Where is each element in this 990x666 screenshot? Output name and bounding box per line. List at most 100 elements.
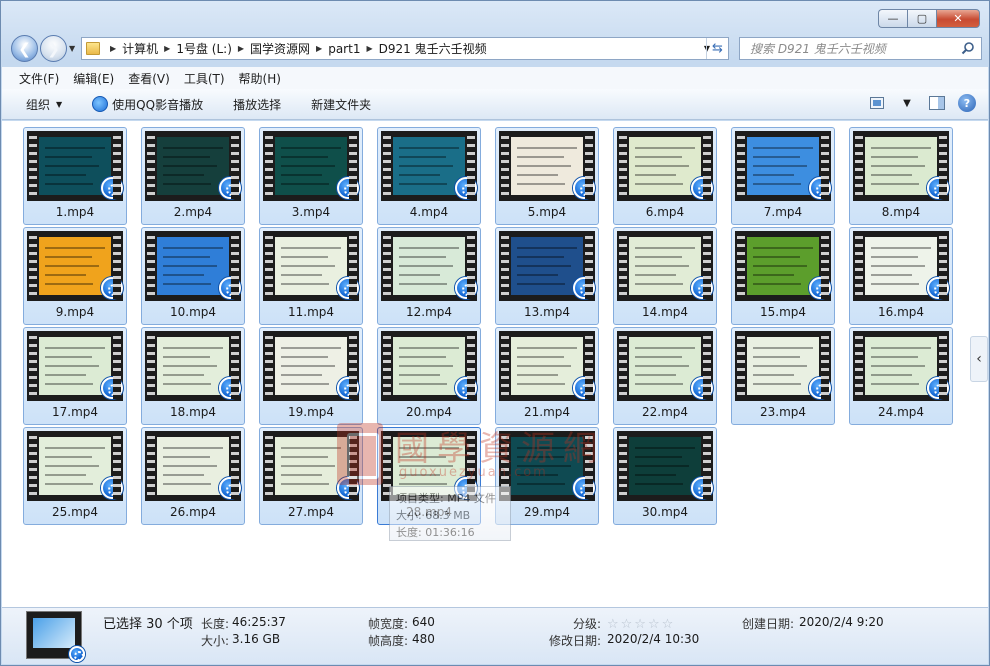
length-value: 46:25:37 bbox=[232, 615, 286, 629]
created-label: 创建日期: bbox=[742, 617, 795, 631]
file-name: 7.mp4 bbox=[763, 205, 803, 219]
file-item[interactable]: 4.mp4 bbox=[377, 127, 481, 225]
maximize-button[interactable]: ▢ bbox=[907, 9, 936, 28]
search-icon[interactable] bbox=[961, 41, 975, 55]
file-item[interactable]: 8.mp4 bbox=[849, 127, 953, 225]
menu-tools[interactable]: 工具(T) bbox=[184, 70, 225, 87]
chevron-right-icon[interactable]: ▶ bbox=[366, 44, 372, 53]
file-item[interactable]: 15.mp4 bbox=[731, 227, 835, 325]
address-bar[interactable]: ▶ 计算机 ▶ 1号盘 (L:) ▶ 国学资源网 ▶ part1 ▶ D921 … bbox=[81, 37, 729, 60]
menu-help[interactable]: 帮助(H) bbox=[239, 70, 281, 87]
file-item[interactable]: 1.mp4 bbox=[23, 127, 127, 225]
change-view-icon[interactable] bbox=[868, 95, 886, 111]
qq-player-badge-icon bbox=[69, 646, 85, 662]
video-thumbnail bbox=[381, 131, 477, 201]
chevron-down-icon: ▼ bbox=[56, 99, 63, 109]
chevron-right-icon[interactable]: ▶ bbox=[164, 44, 170, 53]
length-label: 长度: bbox=[201, 617, 230, 631]
file-name: 22.mp4 bbox=[641, 405, 689, 419]
file-item[interactable]: 3.mp4 bbox=[259, 127, 363, 225]
play-with-qq-button[interactable]: 使用QQ影音播放 bbox=[92, 96, 203, 113]
chevron-right-icon[interactable]: ▶ bbox=[238, 44, 244, 53]
file-item[interactable]: 21.mp4 bbox=[495, 327, 599, 425]
rating-stars[interactable]: ☆☆☆☆☆ bbox=[607, 617, 675, 632]
close-button[interactable]: ✕ bbox=[936, 9, 980, 28]
breadcrumb-part1[interactable]: part1 bbox=[328, 42, 360, 56]
minimize-button[interactable]: — bbox=[878, 9, 907, 28]
file-item[interactable]: 10.mp4 bbox=[141, 227, 245, 325]
pane-expand-arrow[interactable]: ‹ bbox=[970, 336, 988, 382]
search-input[interactable]: 搜索 D921 鬼壬六壬视频 bbox=[739, 37, 982, 60]
file-item[interactable]: 7.mp4 bbox=[731, 127, 835, 225]
qq-player-badge-icon bbox=[219, 477, 241, 499]
breadcrumb-computer[interactable]: 计算机 bbox=[122, 40, 158, 57]
file-item[interactable]: 13.mp4 bbox=[495, 227, 599, 325]
file-item[interactable]: 14.mp4 bbox=[613, 227, 717, 325]
file-name: 4.mp4 bbox=[409, 205, 449, 219]
breadcrumb-drive[interactable]: 1号盘 (L:) bbox=[176, 40, 232, 57]
breadcrumb-current-folder[interactable]: D921 鬼壬六壬视频 bbox=[379, 40, 487, 57]
file-item[interactable]: 24.mp4 bbox=[849, 327, 953, 425]
file-item[interactable]: 18.mp4 bbox=[141, 327, 245, 425]
file-item[interactable]: 25.mp4 bbox=[23, 427, 127, 525]
file-item[interactable]: 2.mp4 bbox=[141, 127, 245, 225]
menu-bar: 文件(F) 编辑(E) 查看(V) 工具(T) 帮助(H) bbox=[2, 67, 988, 89]
modified-label: 修改日期: bbox=[549, 634, 602, 648]
file-item[interactable]: 20.mp4 bbox=[377, 327, 481, 425]
qq-player-badge-icon bbox=[927, 377, 949, 399]
watermark-text: 國學資源網 bbox=[395, 429, 605, 469]
recent-pages-dropdown[interactable]: ▼ bbox=[69, 44, 75, 53]
qq-player-badge-icon bbox=[219, 177, 241, 199]
menu-edit[interactable]: 编辑(E) bbox=[73, 70, 114, 87]
help-button[interactable]: ? bbox=[958, 94, 976, 112]
file-item[interactable]: 26.mp4 bbox=[141, 427, 245, 525]
file-name: 19.mp4 bbox=[287, 405, 335, 419]
file-item[interactable]: 22.mp4 bbox=[613, 327, 717, 425]
play-selection-button[interactable]: 播放选择 bbox=[233, 96, 281, 113]
menu-view[interactable]: 查看(V) bbox=[128, 70, 170, 87]
video-thumbnail bbox=[27, 431, 123, 501]
organize-button[interactable]: 组织 ▼ bbox=[26, 96, 62, 113]
tooltip-type: 项目类型: MP4 文件 bbox=[396, 492, 496, 505]
back-button[interactable]: ❮ bbox=[11, 35, 38, 62]
video-thumbnail bbox=[27, 131, 123, 201]
chevron-right-icon[interactable]: ▶ bbox=[110, 44, 116, 53]
video-thumbnail bbox=[499, 331, 595, 401]
file-item[interactable]: 9.mp4 bbox=[23, 227, 127, 325]
file-name: 5.mp4 bbox=[527, 205, 567, 219]
qq-player-badge-icon bbox=[691, 477, 713, 499]
view-controls: ▼ ? bbox=[856, 94, 976, 112]
chevron-right-icon[interactable]: ▶ bbox=[316, 44, 322, 53]
preview-pane-icon[interactable] bbox=[928, 95, 946, 111]
command-bar: 组织 ▼ 使用QQ影音播放 播放选择 新建文件夹 ▼ ? bbox=[2, 89, 988, 120]
file-item[interactable]: 6.mp4 bbox=[613, 127, 717, 225]
qq-player-badge-icon bbox=[455, 277, 477, 299]
file-name: 17.mp4 bbox=[51, 405, 99, 419]
forward-button[interactable]: ❯ bbox=[40, 35, 67, 62]
qq-player-badge-icon bbox=[219, 377, 241, 399]
new-folder-button[interactable]: 新建文件夹 bbox=[311, 96, 371, 113]
file-item[interactable]: 19.mp4 bbox=[259, 327, 363, 425]
qq-player-badge-icon bbox=[809, 277, 831, 299]
video-thumbnail bbox=[853, 331, 949, 401]
refresh-icon[interactable]: ⇆ bbox=[706, 38, 728, 59]
qq-player-badge-icon bbox=[219, 277, 241, 299]
menu-file[interactable]: 文件(F) bbox=[19, 70, 59, 87]
details-pane: 已选择 30 个项 长度: 46:25:37 大小: 3.16 GB 帧宽度: … bbox=[2, 607, 988, 664]
folder-icon bbox=[86, 42, 100, 55]
search-placeholder: 搜索 D921 鬼壬六壬视频 bbox=[750, 42, 886, 56]
qq-player-badge-icon bbox=[691, 377, 713, 399]
file-item[interactable]: 11.mp4 bbox=[259, 227, 363, 325]
new-folder-label: 新建文件夹 bbox=[311, 97, 372, 112]
file-item[interactable]: 16.mp4 bbox=[849, 227, 953, 325]
file-item[interactable]: 23.mp4 bbox=[731, 327, 835, 425]
file-name: 20.mp4 bbox=[405, 405, 453, 419]
view-options-dropdown[interactable]: ▼ bbox=[898, 95, 916, 111]
video-thumbnail bbox=[263, 231, 359, 301]
qq-player-badge-icon bbox=[455, 177, 477, 199]
file-item[interactable]: 17.mp4 bbox=[23, 327, 127, 425]
file-item[interactable]: 5.mp4 bbox=[495, 127, 599, 225]
file-item[interactable]: 12.mp4 bbox=[377, 227, 481, 325]
qq-player-badge-icon bbox=[337, 377, 359, 399]
breadcrumb-guoxue[interactable]: 国学资源网 bbox=[250, 40, 310, 57]
